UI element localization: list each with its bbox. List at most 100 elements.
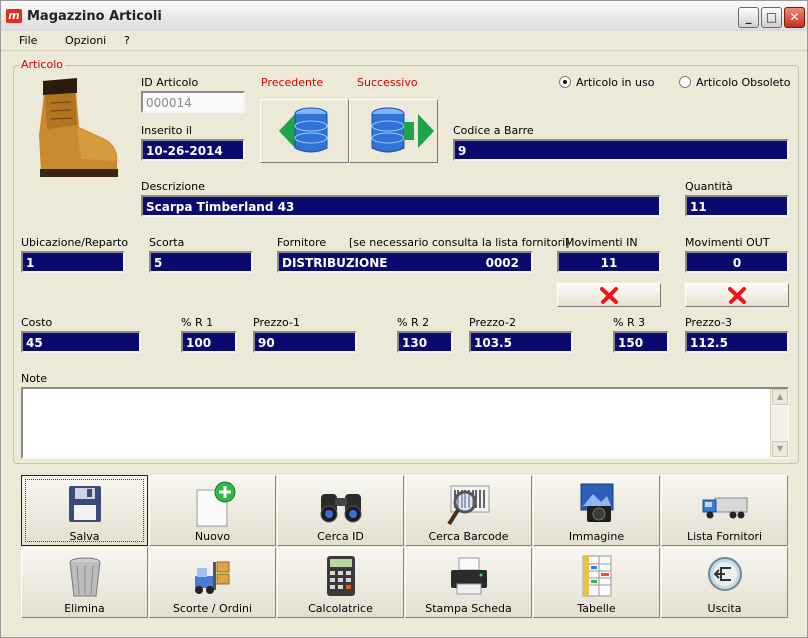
elimina-label: Elimina [64, 602, 105, 615]
ubicazione-label: Ubicazione/Reparto [21, 236, 129, 249]
movimenti-out-field[interactable]: 0 [685, 251, 789, 273]
stampa-scheda-label: Stampa Scheda [425, 602, 512, 615]
red-x-icon [728, 287, 746, 304]
radio-articolo-in-uso[interactable]: Articolo in uso [559, 76, 654, 89]
r1-field[interactable]: 100 [181, 331, 237, 353]
lista-fornitori-button[interactable]: Lista Fornitori [661, 475, 788, 546]
note-textarea[interactable]: ▲ ▼ [21, 387, 789, 459]
descrizione-label: Descrizione [141, 180, 205, 193]
uscita-label: Uscita [707, 602, 742, 615]
cerca-id-button[interactable]: Cerca ID [277, 475, 404, 546]
fornitore-field[interactable]: DISTRIBUZIONE 0002 [277, 251, 533, 273]
salva-label: Salva [69, 530, 100, 543]
fornitore-hint: [se necessario consulta la lista fornito… [349, 236, 570, 249]
scroll-down-arrow[interactable]: ▼ [772, 441, 788, 457]
id-articolo-label: ID Articolo [141, 76, 199, 89]
r2-label: % R 2 [397, 316, 430, 329]
scorte-ordini-label: Scorte / Ordini [172, 602, 253, 615]
tabelle-button[interactable]: Tabelle [533, 547, 660, 618]
scroll-up-arrow[interactable]: ▲ [772, 389, 788, 405]
movimenti-in-label: Movimenti IN [565, 236, 638, 249]
cerca-barcode-label: Cerca Barcode [428, 530, 509, 543]
movimenti-in-field[interactable]: 11 [557, 251, 661, 273]
codice-barre-label: Codice a Barre [453, 124, 534, 137]
close-button[interactable]: ✕ [784, 7, 805, 28]
r2-field[interactable]: 130 [397, 331, 453, 353]
database-next-icon [371, 107, 434, 153]
boot-image[interactable] [31, 73, 123, 185]
quantita-field[interactable]: 11 [685, 195, 789, 217]
r3-label: % R 3 [613, 316, 646, 329]
r1-label: % R 1 [181, 316, 214, 329]
r3-field[interactable]: 150 [613, 331, 669, 353]
menu-file[interactable]: File [19, 34, 37, 47]
previous-record-button[interactable] [260, 99, 349, 163]
salva-button[interactable]: Salva [21, 475, 148, 546]
menu-bar: File Opzioni ? [1, 31, 807, 51]
new-document-icon [196, 481, 236, 527]
cerca-id-label: Cerca ID [317, 530, 364, 543]
stampa-scheda-button[interactable]: Stampa Scheda [405, 547, 532, 618]
nuovo-button[interactable]: Nuovo [149, 475, 276, 546]
cerca-barcode-button[interactable]: Cerca Barcode [405, 475, 532, 546]
costo-field[interactable]: 45 [21, 331, 141, 353]
immagine-button[interactable]: Immagine [533, 475, 660, 546]
red-x-icon [600, 287, 618, 304]
inserito-label: Inserito il [141, 124, 192, 137]
id-articolo-field[interactable]: 000014 [141, 91, 245, 113]
lista-fornitori-label: Lista Fornitori [686, 530, 763, 543]
printer-icon [451, 557, 487, 595]
tabelle-label: Tabelle [577, 602, 616, 615]
codice-barre-field[interactable]: 9 [453, 139, 789, 161]
fornitore-code: 0002 [485, 256, 519, 270]
minimize-button[interactable]: _ [738, 7, 759, 28]
title-bar[interactable]: m Magazzino Articoli _ □ ✕ [1, 1, 807, 32]
articolo-group-title: Articolo [19, 58, 65, 71]
movimenti-out-label: Movimenti OUT [685, 236, 770, 249]
scorta-field[interactable]: 5 [149, 251, 253, 273]
uscita-button[interactable]: Uscita [661, 547, 788, 618]
trash-bin-icon [69, 557, 101, 597]
quantita-label: Quantità [685, 180, 733, 193]
radio-in-uso-label: Articolo in uso [576, 76, 655, 89]
prezzo3-label: Prezzo-3 [685, 316, 732, 329]
inserito-field[interactable]: 10-26-2014 [141, 139, 245, 161]
database-prev-icon [279, 107, 328, 153]
calculator-icon [327, 556, 355, 596]
magnifier-barcode-icon [447, 485, 490, 526]
calcolatrice-label: Calcolatrice [308, 602, 373, 615]
prezzo1-label: Prezzo-1 [253, 316, 300, 329]
radio-articolo-obsoleto[interactable]: Articolo Obsoleto [679, 76, 790, 89]
menu-help[interactable]: ? [124, 34, 130, 47]
prezzo2-field[interactable]: 103.5 [469, 331, 573, 353]
elimina-button[interactable]: Elimina [21, 547, 148, 618]
main-window: m Magazzino Articoli _ □ ✕ File Opzioni … [0, 0, 808, 638]
calcolatrice-button[interactable]: Calcolatrice [277, 547, 404, 618]
ubicazione-field[interactable]: 1 [21, 251, 125, 273]
prezzo3-field[interactable]: 112.5 [685, 331, 789, 353]
fornitore-label: Fornitore [277, 236, 327, 249]
successivo-label: Successivo [357, 76, 418, 89]
scorta-label: Scorta [149, 236, 185, 249]
immagine-label: Immagine [568, 530, 625, 543]
costo-label: Costo [21, 316, 53, 329]
fornitore-name: DISTRIBUZIONE [282, 256, 388, 270]
reset-movimenti-out-button[interactable] [685, 283, 789, 307]
radio-obsoleto-label: Articolo Obsoleto [696, 76, 791, 89]
forklift-boxes-icon [195, 561, 230, 594]
menu-opzioni[interactable]: Opzioni [65, 34, 106, 47]
exit-icon [708, 557, 742, 591]
scorte-ordini-button[interactable]: Scorte / Ordini [149, 547, 276, 618]
descrizione-field[interactable]: Scarpa Timberland 43 [141, 195, 661, 217]
floppy-disk-icon [69, 486, 101, 522]
spreadsheet-icon [582, 555, 612, 597]
prezzo1-field[interactable]: 90 [253, 331, 357, 353]
maximize-button[interactable]: □ [761, 7, 782, 28]
truck-icon [702, 497, 748, 519]
nuovo-label: Nuovo [194, 530, 231, 543]
note-scrollbar[interactable]: ▲ ▼ [770, 389, 788, 457]
radio-dot [679, 76, 691, 88]
reset-movimenti-in-button[interactable] [557, 283, 661, 307]
next-record-button[interactable] [349, 99, 438, 163]
binoculars-icon [320, 494, 362, 523]
